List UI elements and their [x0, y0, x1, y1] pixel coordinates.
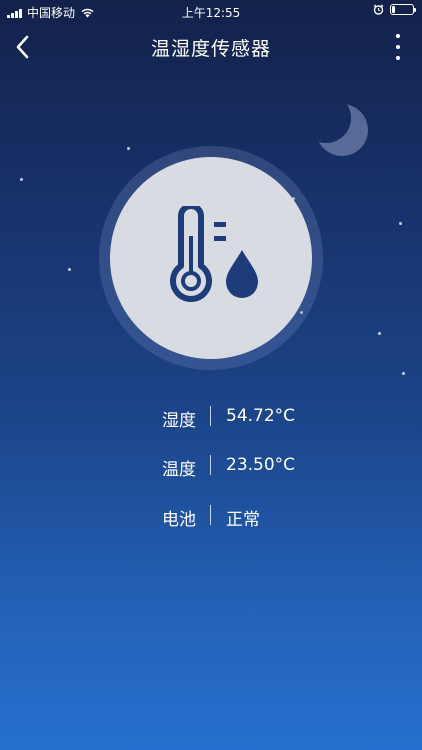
- reading-value: 23.50°C: [226, 455, 296, 475]
- reading-label: 电池: [162, 510, 196, 530]
- more-options-button[interactable]: [392, 34, 404, 60]
- star-decoration: [399, 222, 402, 225]
- moon-icon: [316, 104, 368, 156]
- reading-label: 温度: [162, 460, 196, 480]
- star-decoration: [127, 147, 130, 150]
- reading-label: 湿度: [162, 411, 196, 431]
- reading-value: 正常: [226, 510, 260, 530]
- star-decoration: [68, 268, 71, 271]
- nav-bar: 温湿度传感器: [0, 24, 422, 70]
- battery-icon: [390, 4, 416, 15]
- thermometer-humidity-icon: [170, 206, 258, 302]
- divider: [210, 505, 211, 525]
- reading-value: 54.72°C: [226, 406, 296, 426]
- star-decoration: [402, 372, 405, 375]
- more-vertical-icon: [396, 34, 400, 60]
- reading-battery: 电池 正常: [0, 501, 422, 530]
- status-right: [373, 4, 416, 15]
- divider: [210, 406, 211, 426]
- page-title: 温湿度传感器: [150, 38, 271, 60]
- divider: [210, 455, 211, 475]
- star-decoration: [20, 178, 23, 181]
- status-bar: 中国移动 上午12:55: [0, 0, 422, 22]
- alarm-icon: [373, 4, 384, 15]
- status-time: 上午12:55: [181, 6, 241, 20]
- reading-temperature: 温度 23.50°C: [0, 451, 422, 480]
- reading-humidity: 湿度 54.72°C: [0, 402, 422, 431]
- star-decoration: [378, 332, 381, 335]
